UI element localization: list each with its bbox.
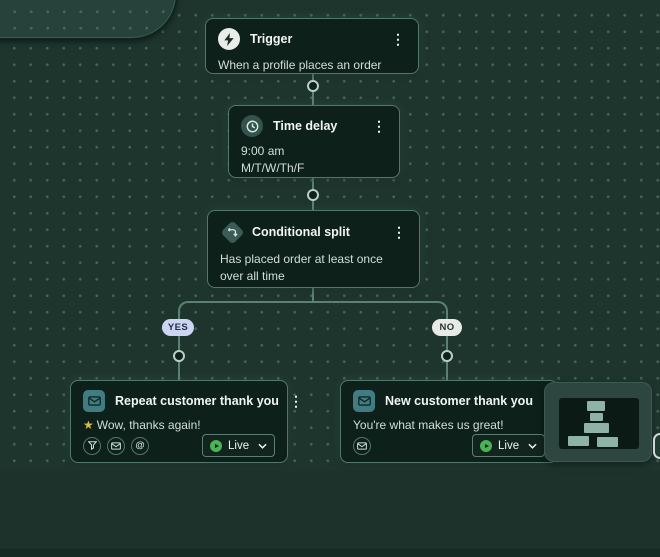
minimap-node: [590, 413, 603, 421]
connector-point[interactable]: [307, 189, 319, 201]
minimap-node: [587, 401, 605, 411]
connector-point[interactable]: [441, 350, 453, 362]
repeat-email-message-row: ★Wow, thanks again!: [83, 417, 275, 434]
minimap-node: [568, 436, 589, 446]
new-email-message: You're what makes us great!: [353, 417, 545, 434]
conditional-split-title: Conditional split: [252, 225, 383, 239]
repeat-email-node[interactable]: Repeat customer thank you ⋮ ★Wow, thanks…: [70, 380, 288, 463]
time-delay-node[interactable]: Time delay ⋮ 9:00 am M/T/W/Th/F: [228, 105, 400, 178]
connector-point[interactable]: [307, 80, 319, 92]
minimap-node: [597, 437, 618, 447]
new-email-title: New customer thank you: [385, 394, 533, 408]
conditional-split-menu-button[interactable]: ⋮: [391, 225, 407, 239]
trigger-description: When a profile places an order: [218, 57, 406, 74]
email-icon: [83, 390, 105, 412]
split-icon: [220, 220, 244, 244]
repeat-email-menu-button[interactable]: ⋮: [289, 394, 303, 408]
trigger-menu-button[interactable]: ⋮: [390, 32, 406, 46]
clock-icon: [241, 115, 263, 137]
time-delay-time: 9:00 am: [241, 143, 387, 160]
star-icon: ★: [83, 418, 94, 432]
zoom-control-partial[interactable]: [653, 433, 660, 459]
connector-point[interactable]: [173, 350, 185, 362]
time-delay-menu-button[interactable]: ⋮: [371, 119, 387, 133]
branch-no-label: NO: [432, 319, 462, 336]
new-email-status-dropdown[interactable]: Live: [472, 434, 545, 457]
connector-line: [312, 288, 314, 302]
chevron-down-icon: [528, 443, 537, 449]
trigger-title: Trigger: [250, 32, 380, 46]
time-delay-title: Time delay: [273, 119, 361, 133]
live-play-icon: [210, 440, 222, 452]
envelope-icon: [107, 437, 125, 455]
trigger-node[interactable]: Trigger ⋮ When a profile places an order: [205, 18, 419, 74]
minimap-node: [584, 423, 609, 433]
canvas-bottom-edge: [0, 549, 660, 557]
branch-connector: [178, 301, 448, 380]
live-play-icon: [480, 440, 492, 452]
status-badge: Live: [228, 440, 252, 452]
status-badge: Live: [498, 440, 522, 452]
toolbar-panel-partial: [0, 0, 178, 40]
at-icon: @: [131, 437, 149, 455]
lightning-icon: [218, 28, 240, 50]
minimap-viewport[interactable]: [559, 398, 639, 449]
repeat-email-status-dropdown[interactable]: Live: [202, 434, 275, 457]
funnel-icon: [83, 437, 101, 455]
minimap[interactable]: [544, 382, 652, 462]
branch-yes-label: YES: [162, 319, 194, 336]
new-email-node[interactable]: New customer thank you ⋮ You're what mak…: [340, 380, 558, 463]
envelope-icon: [353, 437, 371, 455]
flow-canvas[interactable]: YES NO Trigger ⋮ When a profile places a…: [0, 0, 660, 557]
repeat-email-message: Wow, thanks again!: [97, 418, 201, 432]
chevron-down-icon: [258, 443, 267, 449]
repeat-email-title: Repeat customer thank you: [115, 394, 279, 408]
email-icon: [353, 390, 375, 412]
time-delay-days: M/T/W/Th/F: [241, 160, 387, 177]
conditional-split-description: Has placed order at least once over all …: [220, 251, 407, 286]
conditional-split-node[interactable]: Conditional split ⋮ Has placed order at …: [207, 210, 420, 288]
